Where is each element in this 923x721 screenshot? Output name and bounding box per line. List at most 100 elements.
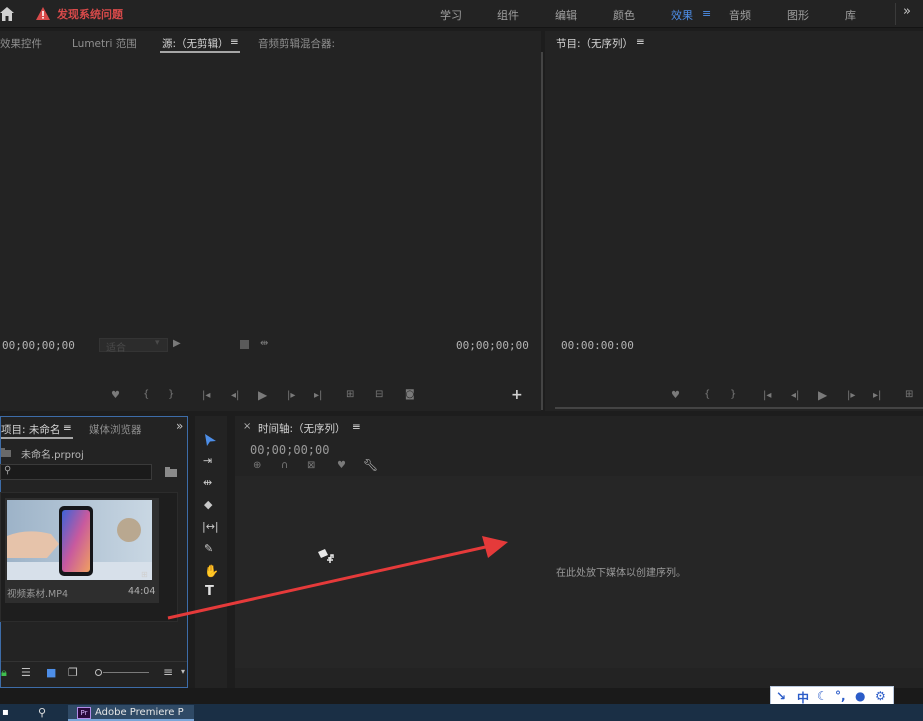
ime-punct-icon[interactable]: °, [835, 689, 846, 703]
premiere-app-icon: Pr [77, 707, 91, 719]
chevron-down-icon[interactable]: ▾ [181, 667, 185, 676]
taskbar: ▪ ⚲ Pr Adobe Premiere P [0, 704, 923, 721]
tab-menu-icon[interactable]: ≡ [636, 36, 645, 48]
lift-icon[interactable]: ⊞ [905, 389, 913, 400]
search-input[interactable]: ⚲ [0, 464, 152, 480]
clip-name[interactable]: 视频素材.MP4 [7, 586, 68, 600]
mark-out-icon[interactable]: } [730, 389, 736, 400]
go-to-in-icon[interactable]: |◂ [202, 390, 210, 401]
close-icon[interactable]: × [243, 421, 251, 432]
clip-thumbnail-card[interactable]: ⊞ 视频素材.MP4 44:04 [5, 498, 159, 603]
more-workspaces-icon[interactable]: » [903, 4, 911, 19]
workspace-menu-icon[interactable]: ≡ [702, 7, 711, 20]
search-icon: ⚲ [4, 465, 12, 476]
tab-effect-controls[interactable]: 效果控件 [0, 36, 42, 51]
source-monitor-panel: 效果控件 Lumetri 范围 源:（无剪辑） ≡ 音频剪辑混合器: 00;00… [0, 31, 541, 411]
workspace-tab-editing[interactable]: 编辑 [555, 7, 577, 23]
ime-moon-icon[interactable]: ☾ [817, 689, 828, 703]
tab-menu-icon[interactable]: ≡ [230, 36, 239, 48]
workspace-tab-learn[interactable]: 学习 [440, 7, 462, 23]
linked-selection-icon[interactable]: ⊠ [307, 460, 315, 471]
ime-toolbar: ↘ 中 ☾ °, ● ⚙ [770, 686, 894, 706]
start-icon[interactable]: ▪ [2, 707, 9, 718]
overwrite-icon[interactable]: ⊟ [375, 389, 383, 400]
play-marker-icon[interactable]: ▶ [173, 338, 181, 349]
tab-audio-clip-mixer[interactable]: 音频剪辑混合器: [258, 36, 335, 51]
more-panels-icon[interactable]: » [176, 419, 183, 433]
tab-menu-icon[interactable]: ≡ [352, 421, 361, 433]
list-view-icon[interactable]: ☰ [21, 666, 31, 679]
panel-divider[interactable] [541, 52, 543, 410]
mark-in-icon[interactable]: { [143, 389, 149, 400]
workspace-tab-effects[interactable]: 效果 [671, 7, 693, 23]
search-icon[interactable]: ⚲ [38, 706, 46, 719]
tab-program[interactable]: 节目:（无序列） [556, 36, 633, 51]
program-scrubber-bar[interactable] [555, 407, 923, 409]
timeline-timecode[interactable]: 00;00;00;00 [250, 443, 329, 457]
system-alert-link[interactable]: 发现系统问题 [57, 6, 123, 22]
workspace-tab-color[interactable]: 颜色 [613, 7, 635, 23]
tab-project[interactable]: 项目: 未命名 [1, 422, 60, 437]
wrench-icon[interactable]: 🔧︎ [363, 458, 378, 472]
nest-icon[interactable]: ⊕ [253, 460, 261, 471]
source-timecode-in[interactable]: 00;00;00;00 [2, 339, 75, 352]
add-marker-icon[interactable]: ♥ [111, 390, 120, 401]
add-button-icon[interactable]: + [511, 387, 523, 403]
media-grid: ⊞ 视频素材.MP4 44:04 [0, 492, 178, 622]
zoom-slider[interactable] [95, 669, 149, 676]
go-to-out-icon[interactable]: ▸| [314, 390, 322, 401]
new-bin-icon[interactable] [165, 467, 177, 477]
camera-icon[interactable]: ◙ [405, 389, 415, 400]
icon-view-icon[interactable]: ■ [46, 666, 56, 679]
workspace-tab-libraries[interactable]: 库 [845, 7, 856, 23]
play-icon[interactable]: ▶ [258, 388, 267, 402]
workspace-tab-graphics[interactable]: 图形 [787, 7, 809, 23]
selection-tool-icon[interactable] [205, 434, 217, 447]
lock-icon[interactable]: 🔒︎ [1, 666, 7, 680]
add-marker-icon[interactable]: ♥ [337, 460, 346, 471]
clip-thumbnail [7, 500, 152, 580]
source-timecode-out: 00;00;00;00 [456, 339, 529, 352]
ime-user-icon[interactable]: ● [855, 689, 865, 703]
snap-icon[interactable]: ∩ [281, 460, 288, 471]
zoom-select[interactable]: 适合 ▾ [99, 338, 168, 354]
step-forward-icon[interactable]: |▸ [287, 390, 295, 401]
ime-arrow-icon[interactable]: ↘ [776, 689, 786, 703]
sort-icon[interactable]: ≡ [163, 665, 173, 679]
annotation-arrow [167, 536, 508, 620]
track-select-tool-icon[interactable]: ⇥ [203, 454, 212, 467]
divider [895, 3, 896, 25]
ime-settings-icon[interactable]: ⚙ [875, 689, 886, 703]
step-forward-icon[interactable]: |▸ [847, 390, 855, 401]
tab-timeline[interactable]: 时间轴:（无序列） [258, 421, 346, 436]
mark-in-icon[interactable]: { [704, 389, 710, 400]
home-icon[interactable] [0, 6, 14, 22]
mark-out-icon[interactable]: } [168, 389, 174, 400]
active-tab-indicator [1, 437, 73, 439]
razor-tool-icon[interactable]: ◆ [204, 498, 212, 511]
go-to-in-icon[interactable]: |◂ [763, 390, 771, 401]
tab-lumetri-scopes[interactable]: Lumetri 范围 [72, 36, 137, 51]
workspace-tab-audio[interactable]: 音频 [729, 7, 751, 23]
step-back-icon[interactable]: ◂| [791, 390, 799, 401]
insert-icon[interactable]: ⊞ [346, 389, 354, 400]
taskbar-app-premiere[interactable]: Pr Adobe Premiere P [68, 705, 194, 721]
ripple-edit-tool-icon[interactable]: ⇹ [203, 476, 212, 489]
folder-icon [1, 448, 11, 457]
tab-media-browser[interactable]: 媒体浏览器 [89, 422, 142, 437]
drag-video-icon[interactable]: ⇹ [260, 338, 268, 349]
add-marker-icon[interactable]: ♥ [671, 390, 680, 401]
workspace-tab-assembly[interactable]: 组件 [497, 7, 519, 23]
step-back-icon[interactable]: ◂| [231, 390, 239, 401]
play-icon[interactable]: ▶ [818, 388, 827, 402]
clip-type-icon: ⊞ [141, 570, 148, 579]
settings-square-icon[interactable] [240, 340, 249, 349]
program-monitor-panel: 节目:（无序列） ≡ 00:00:00:00 ♥ { } |◂ ◂| ▶ |▸ … [545, 31, 923, 411]
tab-menu-icon[interactable]: ≡ [63, 422, 72, 434]
program-timecode[interactable]: 00:00:00:00 [561, 339, 634, 352]
tab-source[interactable]: 源:（无剪辑） [162, 36, 229, 51]
go-to-out-icon[interactable]: ▸| [873, 390, 881, 401]
project-file-name: 未命名.prproj [21, 450, 84, 461]
freeform-view-icon[interactable]: ❐ [68, 666, 78, 679]
warning-icon[interactable] [36, 7, 50, 20]
